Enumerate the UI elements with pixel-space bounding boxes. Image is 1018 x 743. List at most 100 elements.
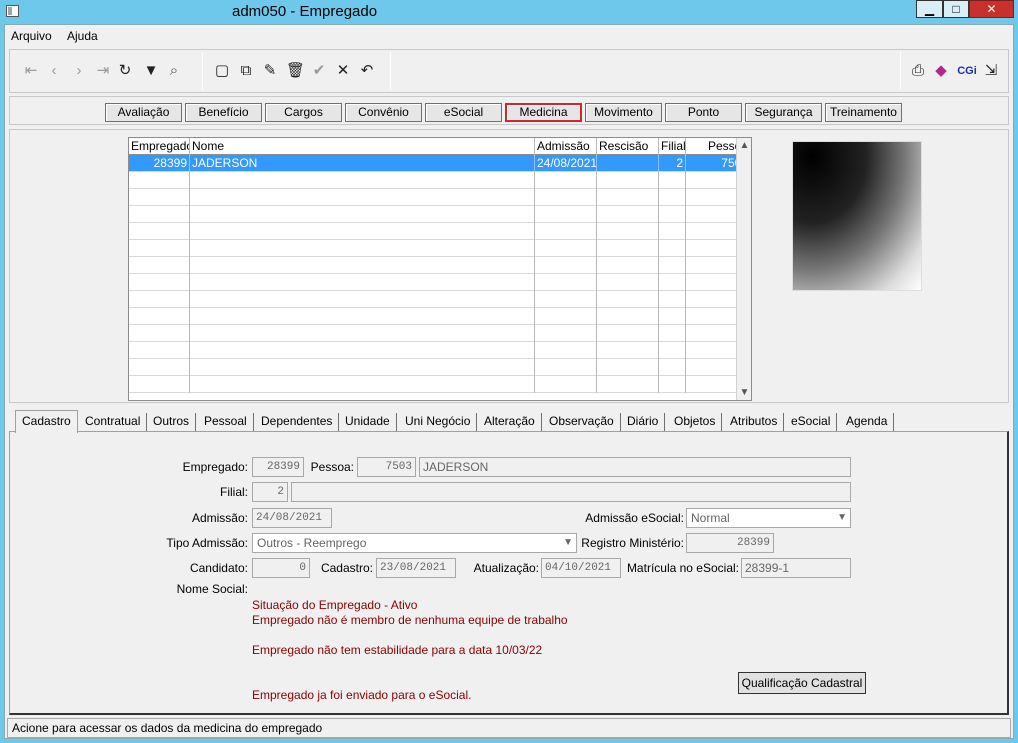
undo-icon[interactable]: ↶ — [358, 62, 376, 80]
tab-observacao[interactable]: Observação — [543, 413, 621, 432]
tab-pessoal[interactable]: Pessoal — [198, 413, 254, 432]
table-cell-empty — [597, 291, 659, 308]
grid-scrollbar[interactable]: ▲ ▼ — [736, 138, 751, 400]
tipo-admissao-select[interactable]: Outros - Reemprego ▼ — [252, 533, 577, 553]
next-record-icon[interactable]: › — [70, 62, 88, 80]
tab-cadastro[interactable]: Cadastro — [15, 410, 78, 433]
table-cell-empty — [535, 342, 597, 359]
employee-photo — [792, 141, 922, 291]
medicina-button[interactable]: Medicina — [505, 103, 582, 122]
candidato-field[interactable]: 0 — [252, 558, 310, 578]
treinamento-button[interactable]: Treinamento — [825, 103, 902, 122]
table-row-empty[interactable] — [129, 274, 751, 291]
col-nome[interactable]: Nome — [190, 138, 535, 155]
table-row-empty[interactable] — [129, 189, 751, 206]
table-row-empty[interactable] — [129, 325, 751, 342]
table-row-empty[interactable] — [129, 240, 751, 257]
situacao-message: Situação do Empregado - Ativo — [252, 598, 418, 612]
title-bar[interactable]: adm050 - Empregado ▁ □ ✕ — [0, 0, 1018, 24]
cancel-icon[interactable]: ✕ — [334, 62, 352, 80]
tab-uni-negocio[interactable]: Uni Negócio — [399, 413, 478, 432]
tab-alteracao[interactable]: Alteração — [478, 413, 542, 432]
table-row-empty[interactable] — [129, 342, 751, 359]
tab-objetos[interactable]: Objetos — [668, 413, 723, 432]
menu-arquivo[interactable]: Arquivo — [11, 29, 52, 43]
registro-ministerio-field[interactable]: 28399 — [686, 533, 774, 553]
table-row-empty[interactable] — [129, 206, 751, 223]
last-record-icon[interactable]: ⇥ — [94, 62, 112, 80]
cgi-icon[interactable]: CGi — [955, 62, 979, 80]
close-button[interactable]: ✕ — [969, 0, 1014, 18]
minimize-button[interactable]: ▁ — [916, 0, 943, 18]
tab-agenda[interactable]: Agenda — [840, 413, 895, 432]
tab-dependentes[interactable]: Dependentes — [255, 413, 340, 432]
filter-icon[interactable]: ▼ — [142, 62, 160, 80]
tab-diario[interactable]: Diário — [621, 413, 666, 432]
first-record-icon[interactable]: ⇤ — [22, 62, 40, 80]
admissao-esocial-select[interactable]: Normal ▼ — [686, 508, 851, 528]
print-icon[interactable]: ⎙ — [909, 62, 927, 80]
employee-grid[interactable]: Empregado Nome Admissão Rescisão Filial … — [128, 137, 752, 401]
filial-name-field[interactable] — [291, 482, 851, 502]
convenio-button[interactable]: Convênio — [345, 103, 422, 122]
table-cell-empty — [129, 325, 190, 342]
col-rescisao[interactable]: Rescisão — [597, 138, 659, 155]
table-row-empty[interactable] — [129, 359, 751, 376]
table-cell-empty — [597, 359, 659, 376]
table-row-empty[interactable] — [129, 376, 751, 393]
new-document-icon[interactable]: ▢ — [213, 62, 231, 80]
scroll-up-icon[interactable]: ▲ — [737, 138, 751, 153]
cargos-button[interactable]: Cargos — [265, 103, 342, 122]
tab-contratual[interactable]: Contratual — [79, 413, 148, 432]
copy-icon[interactable]: ⧉ — [237, 62, 255, 80]
scroll-down-icon[interactable]: ▼ — [737, 385, 751, 400]
toolbar-separator — [202, 52, 203, 90]
admissao-field[interactable]: 24/08/2021 — [252, 508, 332, 528]
maximize-button[interactable]: □ — [943, 0, 969, 18]
tab-esocial[interactable]: eSocial — [785, 413, 838, 432]
ponto-button[interactable]: Ponto — [665, 103, 742, 122]
qualificacao-cadastral-button[interactable]: Qualificação Cadastral — [738, 672, 866, 694]
table-row-empty[interactable] — [129, 308, 751, 325]
nome-field[interactable]: JADERSON — [419, 457, 851, 477]
tab-atributos[interactable]: Atributos — [724, 413, 785, 432]
table-row[interactable]: 28399 JADERSON 24/08/2021 2 7503 — [129, 155, 751, 172]
esocial-button[interactable]: eSocial — [425, 103, 502, 122]
app-icon[interactable] — [6, 5, 19, 17]
pessoa-field[interactable]: 7503 — [357, 457, 416, 477]
table-row-empty[interactable] — [129, 172, 751, 189]
filial-field[interactable]: 2 — [252, 482, 288, 502]
search-record-icon[interactable]: ⌕ — [165, 62, 183, 80]
avaliacao-button[interactable]: Avaliação — [105, 103, 182, 122]
table-row-empty[interactable] — [129, 291, 751, 308]
edit-icon[interactable]: ✎ — [261, 62, 279, 80]
col-empregado[interactable]: Empregado — [129, 138, 190, 155]
matricula-esocial-field[interactable]: 28399-1 — [741, 558, 851, 578]
table-cell-empty — [190, 172, 535, 189]
confirm-icon[interactable]: ✔ — [310, 62, 328, 80]
menu-ajuda[interactable]: Ajuda — [67, 29, 98, 43]
tab-unidade[interactable]: Unidade — [339, 413, 397, 432]
exit-icon[interactable]: ⇲ — [982, 62, 1000, 80]
cell-admissao: 24/08/2021 — [537, 155, 597, 172]
empregado-field[interactable]: 28399 — [252, 457, 304, 477]
chevron-down-icon[interactable]: ▼ — [837, 509, 847, 527]
prev-record-icon[interactable]: ‹ — [45, 62, 63, 80]
nome-social-label: Nome Social: — [176, 582, 248, 596]
cadastro-field[interactable]: 23/08/2021 — [376, 558, 456, 578]
seguranca-button[interactable]: Segurança — [745, 103, 822, 122]
tab-outros[interactable]: Outros — [147, 413, 197, 432]
books-icon[interactable]: ◆ — [932, 62, 950, 80]
table-row-empty[interactable] — [129, 257, 751, 274]
refresh-icon[interactable]: ↻ — [116, 62, 134, 80]
beneficio-button[interactable]: Benefício — [185, 103, 262, 122]
col-admissao[interactable]: Admissão — [535, 138, 597, 155]
delete-icon[interactable]: 🗑 — [286, 62, 305, 80]
table-cell-empty — [190, 308, 535, 325]
table-cell-empty — [190, 223, 535, 240]
atualizacao-field[interactable]: 04/10/2021 — [541, 558, 621, 578]
admissao-esocial-label: Admissão eSocial: — [585, 511, 684, 525]
table-row-empty[interactable] — [129, 223, 751, 240]
movimento-button[interactable]: Movimento — [585, 103, 662, 122]
col-filial[interactable]: Filial — [659, 138, 686, 155]
